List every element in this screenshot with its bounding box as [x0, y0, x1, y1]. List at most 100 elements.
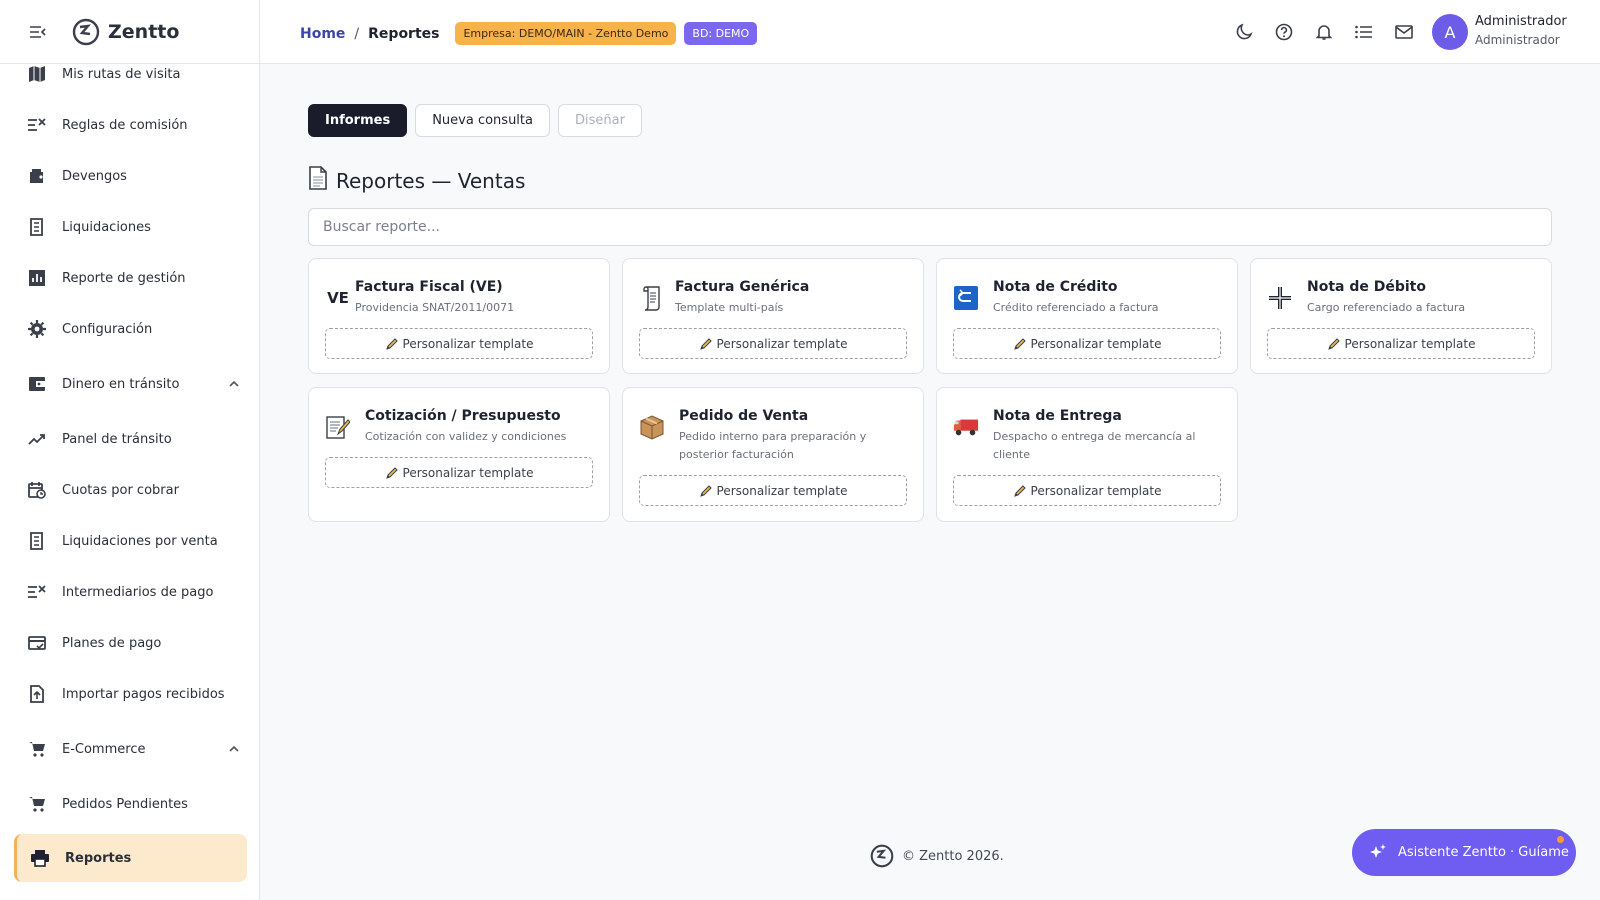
- sidebar-item-liquidaciones-venta[interactable]: Liquidaciones por venta: [14, 517, 247, 565]
- card-title: Nota de Crédito: [993, 279, 1118, 295]
- chevron-up-icon[interactable]: [227, 742, 241, 756]
- printer-icon: [29, 847, 51, 869]
- collapse-menu-icon[interactable]: [28, 22, 48, 42]
- gear-icon: [26, 318, 48, 340]
- sidebar-item-label: Mis rutas de visita: [62, 66, 181, 82]
- zentto-logo-icon: [870, 844, 894, 868]
- sidebar-item-label: Reportes: [65, 850, 132, 866]
- sidebar-item-devengos[interactable]: Devengos: [14, 152, 247, 200]
- user-name[interactable]: Administrador: [1475, 14, 1567, 29]
- footer: © Zentto 2026.: [870, 844, 1004, 868]
- db-badge[interactable]: BD: DEMO: [684, 22, 758, 45]
- button-label: Personalizar template: [1030, 483, 1162, 498]
- sidebar-item-label: E-Commerce: [62, 741, 146, 757]
- sidebar-item-label: Reglas de comisión: [62, 117, 188, 133]
- personalize-template-button[interactable]: Personalizar template: [325, 328, 593, 359]
- page-title-text: Reportes — Ventas: [336, 168, 526, 193]
- card-subtitle: Crédito referenciado a factura: [993, 301, 1159, 314]
- report-card-nota-debito[interactable]: Nota de Débito Cargo referenciado a fact…: [1250, 258, 1552, 374]
- sidebar-item-liquidaciones[interactable]: Liquidaciones: [14, 203, 247, 251]
- help-icon[interactable]: [1272, 20, 1296, 44]
- notifications-icon[interactable]: [1312, 20, 1336, 44]
- page-title: Reportes — Ventas: [308, 166, 525, 195]
- page-document-icon: [308, 166, 328, 195]
- personalize-template-button[interactable]: Personalizar template: [639, 475, 907, 506]
- chevron-up-icon[interactable]: [227, 377, 241, 391]
- breadcrumb-current: Reportes: [368, 25, 440, 42]
- cart-icon: [26, 793, 48, 815]
- personalize-template-button[interactable]: Personalizar template: [953, 328, 1221, 359]
- dark-mode-icon[interactable]: [1232, 20, 1256, 44]
- tab-nueva-consulta[interactable]: Nueva consulta: [415, 104, 550, 137]
- sparkle-icon: [1368, 843, 1388, 863]
- sidebar-item-label: Reporte de gestión: [62, 270, 186, 286]
- sidebar-item-intermediarios-pago[interactable]: Intermediarios de pago: [14, 568, 247, 616]
- sidebar-item-label: Pedidos Pendientes: [62, 796, 188, 812]
- flag-ve-icon: VE: [327, 289, 349, 307]
- rule-icon: [26, 581, 48, 603]
- truck-icon: [953, 412, 979, 442]
- personalize-template-button[interactable]: Personalizar template: [1267, 328, 1535, 359]
- sidebar-item-ecommerce[interactable]: E-Commerce: [14, 725, 247, 773]
- sidebar-item-label: Dinero en tránsito: [62, 376, 180, 392]
- sidebar-item-reporte-gestion[interactable]: Reporte de gestión: [14, 254, 247, 302]
- breadcrumb-separator: /: [354, 25, 360, 42]
- sidebar-item-importar-pagos[interactable]: Importar pagos recibidos: [14, 670, 247, 718]
- upload-file-icon: [26, 683, 48, 705]
- button-label: Personalizar template: [716, 483, 848, 498]
- scroll-icon: [639, 283, 665, 313]
- tasks-list-icon[interactable]: [1352, 20, 1376, 44]
- report-tabs: Informes Nueva consulta Diseñar: [308, 104, 650, 137]
- report-card-cotizacion[interactable]: Cotización / Presupuesto Cotización con …: [308, 387, 610, 522]
- card-subtitle: Cargo referenciado a factura: [1307, 301, 1466, 314]
- card-title: Factura Genérica: [675, 279, 810, 295]
- pencil-icon: [1327, 337, 1341, 351]
- map-icon: [26, 63, 48, 85]
- avatar[interactable]: A: [1432, 14, 1468, 50]
- search-input[interactable]: [308, 208, 1552, 246]
- return-arrow-icon: [953, 283, 979, 313]
- sidebar-item-reportes[interactable]: Reportes: [14, 834, 247, 882]
- sidebar-item-pedidos-pendientes[interactable]: Pedidos Pendientes: [14, 780, 247, 828]
- sidebar-item-label: Panel de tránsito: [62, 431, 172, 447]
- report-card-factura-generica[interactable]: Factura Genérica Template multi-país Per…: [622, 258, 924, 374]
- sidebar-item-label: Cuotas por cobrar: [62, 482, 179, 498]
- breadcrumb: Home / Reportes Empresa: DEMO/MAIN - Zen…: [300, 22, 758, 45]
- sidebar-item-cuotas-cobrar[interactable]: Cuotas por cobrar: [14, 466, 247, 514]
- assistant-button[interactable]: Asistente Zentto · Guíame: [1352, 829, 1576, 876]
- card-subtitle: Cotización con validez y condiciones: [365, 430, 567, 443]
- company-badge[interactable]: Empresa: DEMO/MAIN - Zentto Demo: [455, 22, 677, 45]
- sidebar-item-label: Devengos: [62, 168, 127, 184]
- card-subtitle: Pedido interno para preparación y poster…: [679, 430, 867, 461]
- report-card-nota-credito[interactable]: Nota de Crédito Crédito referenciado a f…: [936, 258, 1238, 374]
- sidebar-item-label: Intermediarios de pago: [62, 584, 214, 600]
- sidebar-item-label: Importar pagos recibidos: [62, 686, 225, 702]
- sidebar-item-planes-pago[interactable]: Planes de pago: [14, 619, 247, 667]
- sidebar-item-label: Liquidaciones: [62, 219, 151, 235]
- zentto-logo-icon[interactable]: [72, 18, 100, 46]
- sidebar-item-reglas-comision[interactable]: Reglas de comisión: [14, 101, 247, 149]
- report-card-pedido-venta[interactable]: Pedido de Venta Pedido interno para prep…: [622, 387, 924, 522]
- sidebar-item-dinero-transito[interactable]: Dinero en tránsito: [14, 360, 247, 408]
- sidebar: Zentto Mis rutas de visita Reglas de com…: [0, 0, 260, 900]
- footer-copyright: © Zentto 2026.: [902, 848, 1004, 864]
- button-label: Personalizar template: [402, 465, 534, 480]
- personalize-template-button[interactable]: Personalizar template: [325, 457, 593, 488]
- card-subtitle: Despacho o entrega de mercancía al clien…: [993, 430, 1196, 461]
- sidebar-item-mis-rutas[interactable]: Mis rutas de visita: [14, 50, 247, 98]
- tab-disenar: Diseñar: [558, 104, 642, 137]
- tab-informes[interactable]: Informes: [308, 104, 408, 137]
- sidebar-item-configuracion[interactable]: Configuración: [14, 305, 247, 353]
- breadcrumb-home-link[interactable]: Home: [300, 26, 345, 42]
- report-card-nota-entrega[interactable]: Nota de Entrega Despacho o entrega de me…: [936, 387, 1238, 522]
- pencil-icon: [699, 484, 713, 498]
- pencil-icon: [699, 337, 713, 351]
- report-card-factura-fiscal[interactable]: VE Factura Fiscal (VE) Providencia SNAT/…: [308, 258, 610, 374]
- personalize-template-button[interactable]: Personalizar template: [953, 475, 1221, 506]
- sidebar-item-panel-transito[interactable]: Panel de tránsito: [14, 415, 247, 463]
- personalize-template-button[interactable]: Personalizar template: [639, 328, 907, 359]
- package-icon: [639, 412, 665, 442]
- card-title: Nota de Débito: [1307, 279, 1426, 295]
- card-subtitle: Template multi-país: [675, 301, 784, 314]
- mail-icon[interactable]: [1392, 20, 1416, 44]
